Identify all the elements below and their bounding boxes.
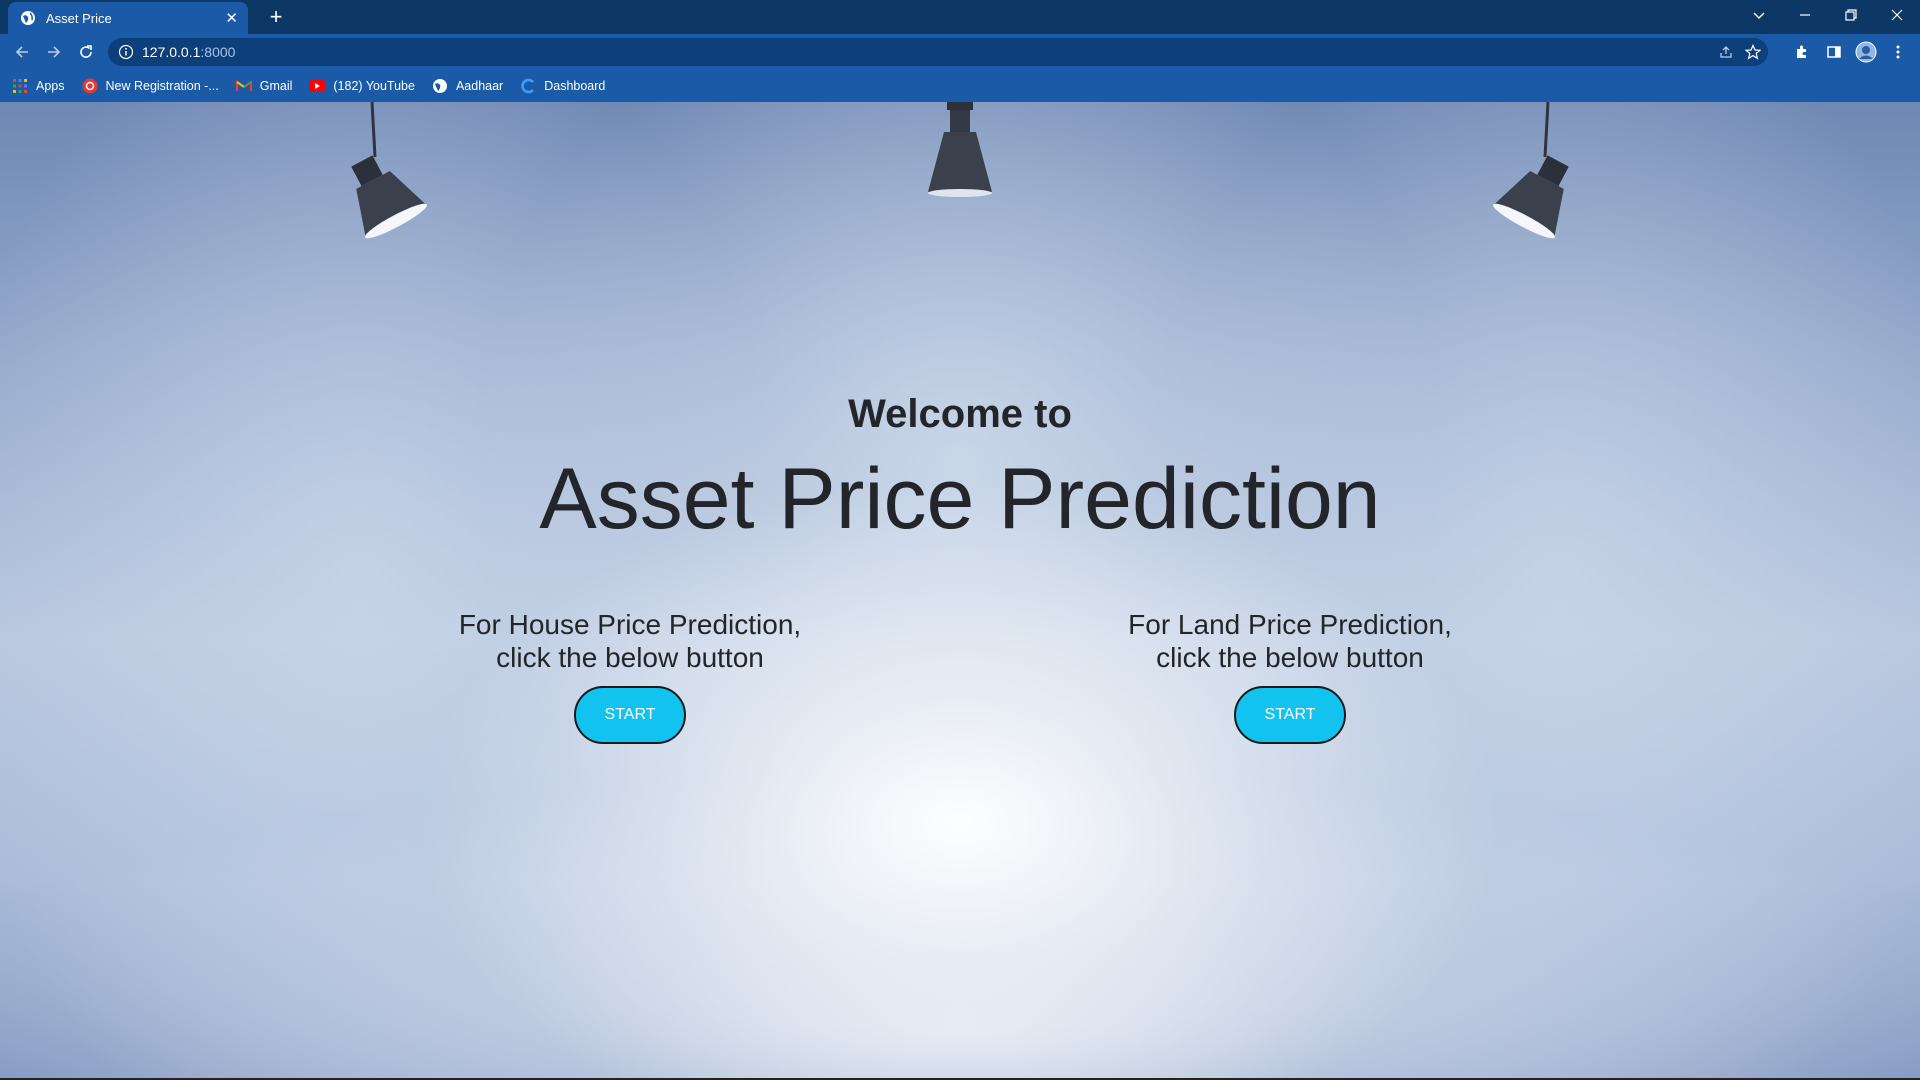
profile-avatar-icon[interactable] bbox=[1854, 40, 1878, 64]
bookmark-new-registration[interactable]: New Registration -... bbox=[82, 78, 219, 94]
bookmark-dashboard[interactable]: Dashboard bbox=[520, 78, 605, 94]
land-description: For Land Price Prediction, click the bel… bbox=[1080, 608, 1500, 674]
welcome-heading: Welcome to bbox=[848, 392, 1072, 436]
house-description: For House Price Prediction, click the be… bbox=[420, 608, 840, 674]
tab-search-chevron-icon[interactable] bbox=[1736, 0, 1782, 30]
back-arrow-icon[interactable] bbox=[10, 40, 34, 64]
side-panel-icon[interactable] bbox=[1822, 40, 1846, 64]
restore-icon[interactable] bbox=[1828, 0, 1874, 30]
site-info-icon[interactable] bbox=[118, 44, 134, 60]
tab-title: Asset Price bbox=[46, 10, 112, 26]
dashboard-icon bbox=[520, 78, 536, 94]
url-text: 127.0.0.1:8000 bbox=[142, 44, 235, 60]
house-line-1: For House Price Prediction, bbox=[458, 609, 802, 640]
reload-icon[interactable] bbox=[74, 40, 98, 64]
bookmark-label: Aadhaar bbox=[455, 79, 504, 93]
page-title: Asset Price Prediction bbox=[539, 451, 1381, 547]
land-line-1: For Land Price Prediction, bbox=[1128, 609, 1452, 640]
address-bar[interactable]: 127.0.0.1:8000 bbox=[108, 38, 1768, 66]
land-line-2: click the below button bbox=[1156, 642, 1424, 673]
bookmark-label: Apps bbox=[36, 79, 65, 93]
close-window-icon[interactable] bbox=[1874, 0, 1920, 30]
share-icon[interactable] bbox=[1718, 44, 1734, 60]
bookmark-label: Gmail bbox=[259, 79, 293, 93]
bookmark-gmail[interactable]: Gmail bbox=[235, 78, 293, 94]
gmail-icon bbox=[235, 78, 252, 94]
house-prediction-card: For House Price Prediction, click the be… bbox=[420, 608, 840, 744]
globe-icon bbox=[432, 78, 448, 94]
bookmark-label: Dashboard bbox=[544, 79, 606, 93]
browser-toolbar: 127.0.0.1:8000 bbox=[0, 34, 1920, 70]
bookmark-apps[interactable]: Apps bbox=[12, 78, 65, 94]
bookmark-aadhaar[interactable]: Aadhaar bbox=[432, 78, 503, 94]
spotlight-center-icon bbox=[928, 102, 992, 197]
spotlight-left-icon bbox=[351, 102, 428, 239]
page-background: Welcome to Asset Price Prediction For Ho… bbox=[0, 102, 1920, 1078]
bookmark-youtube[interactable]: (182) YouTube bbox=[309, 78, 415, 94]
bookmark-label: New Registration -... bbox=[105, 79, 219, 93]
url-port: :8000 bbox=[200, 44, 236, 60]
bookmark-star-icon[interactable] bbox=[1745, 44, 1761, 60]
land-start-button[interactable]: START bbox=[1234, 686, 1346, 744]
apps-grid-icon bbox=[12, 78, 28, 94]
land-prediction-card: For Land Price Prediction, click the bel… bbox=[1080, 608, 1500, 744]
tab-asset-price[interactable]: Asset Price ✕ bbox=[8, 2, 248, 34]
more-menu-icon[interactable] bbox=[1886, 40, 1910, 64]
globe-icon bbox=[21, 11, 35, 25]
house-start-button[interactable]: START bbox=[574, 686, 686, 744]
new-tab-button[interactable]: + bbox=[262, 3, 290, 31]
youtube-icon bbox=[309, 78, 326, 94]
close-tab-icon[interactable]: ✕ bbox=[225, 9, 238, 27]
minimize-icon[interactable] bbox=[1782, 0, 1828, 30]
bookmarks-bar: Apps New Registration -... Gmail (182) Y… bbox=[0, 70, 1920, 102]
url-host: 127.0.0.1 bbox=[142, 44, 201, 60]
tab-strip: Asset Price ✕ + bbox=[0, 0, 1920, 34]
forward-arrow-icon[interactable] bbox=[42, 40, 66, 64]
registration-icon bbox=[82, 78, 98, 94]
spotlight-right-icon bbox=[1492, 102, 1569, 239]
bookmark-label: (182) YouTube bbox=[333, 79, 415, 93]
house-line-2: click the below button bbox=[496, 642, 764, 673]
extensions-icon[interactable] bbox=[1790, 40, 1814, 64]
